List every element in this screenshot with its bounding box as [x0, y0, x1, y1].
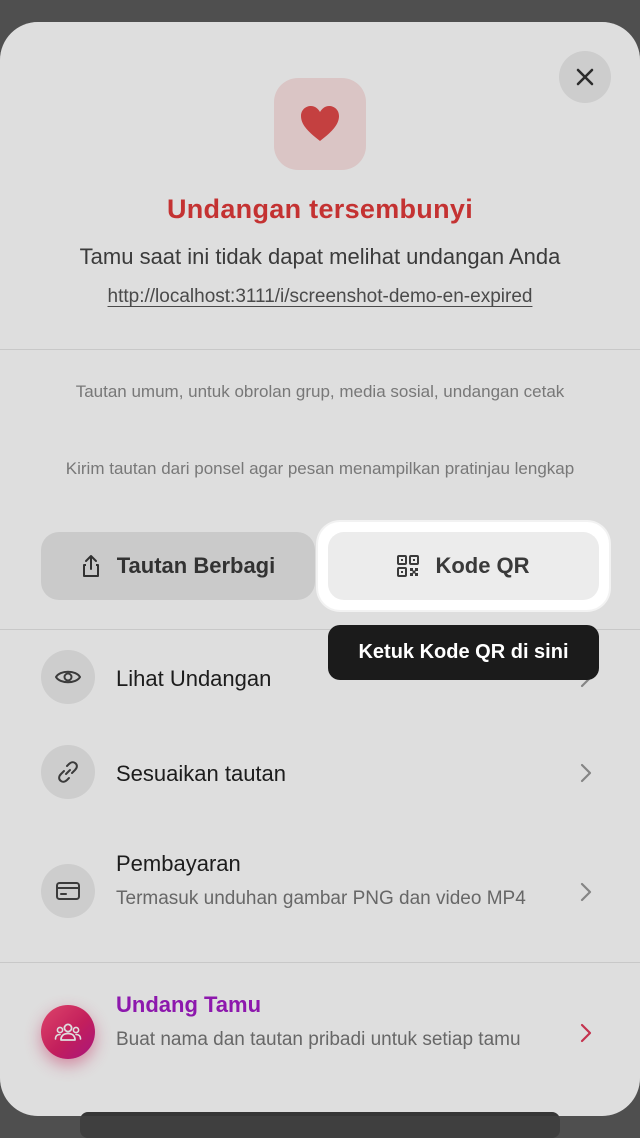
- guests-icon: [54, 1023, 82, 1041]
- share-link-label: Tautan Berbagi: [116, 553, 276, 578]
- share-sheet: Undangan tersembunyi Tamu saat ini tidak…: [0, 22, 640, 1116]
- menu-item-description: Buat nama dan tautan pribadi untuk setia…: [116, 1029, 521, 1050]
- eye-icon-badge: [41, 650, 95, 704]
- share-note-general: Tautan umum, untuk obrolan grup, media s…: [75, 382, 565, 401]
- menu-item-label: Sesuaikan tautan: [116, 761, 287, 786]
- menu-item-label: Lihat Undangan: [116, 666, 272, 691]
- background-bar: [80, 1112, 560, 1138]
- qr-code-label: Kode QR: [435, 553, 530, 578]
- share-link-button[interactable]: Tautan Berbagi: [41, 532, 315, 600]
- menu-item-customize-link[interactable]: Sesuaikan tautan: [0, 745, 640, 841]
- chevron-right-icon: [580, 763, 592, 783]
- close-icon: [576, 68, 594, 86]
- eye-icon: [55, 670, 81, 684]
- qr-highlight-frame: Kode QR: [318, 522, 609, 610]
- menu-item-payment[interactable]: Pembayaran Termasuk unduhan gambar PNG d…: [0, 847, 640, 962]
- share-note-preview: Kirim tautan dari ponsel agar pesan mena…: [65, 459, 575, 478]
- menu-item-label: Pembayaran: [116, 851, 241, 876]
- menu-item-label: Undang Tamu: [116, 992, 262, 1017]
- heart-icon: [301, 106, 339, 141]
- guests-icon-badge: [41, 1005, 95, 1059]
- chevron-right-icon: [580, 882, 592, 902]
- heart-badge: [274, 78, 366, 170]
- qr-code-button[interactable]: Kode QR: [328, 532, 599, 600]
- divider: [0, 349, 640, 350]
- qr-code-icon: [397, 555, 420, 577]
- menu-item-description: Termasuk unduhan gambar PNG dan video MP…: [116, 888, 526, 909]
- card-icon-badge: [41, 864, 95, 918]
- chevron-right-icon: [580, 1023, 592, 1043]
- card-icon: [56, 882, 80, 900]
- close-button[interactable]: [559, 51, 611, 103]
- menu-item-invite-guests[interactable]: Undang Tamu Buat nama dan tautan pribadi…: [0, 984, 640, 1096]
- link-icon: [58, 761, 78, 783]
- qr-tooltip: Ketuk Kode QR di sini: [328, 625, 599, 680]
- divider: [0, 962, 640, 963]
- link-icon-badge: [41, 745, 95, 799]
- visibility-status: Tamu saat ini tidak dapat melihat undang…: [79, 244, 561, 269]
- share-icon: [82, 555, 99, 577]
- invite-url-link[interactable]: http://localhost:3111/i/screenshot-demo-…: [0, 286, 640, 308]
- page-title: Undangan tersembunyi: [166, 194, 474, 224]
